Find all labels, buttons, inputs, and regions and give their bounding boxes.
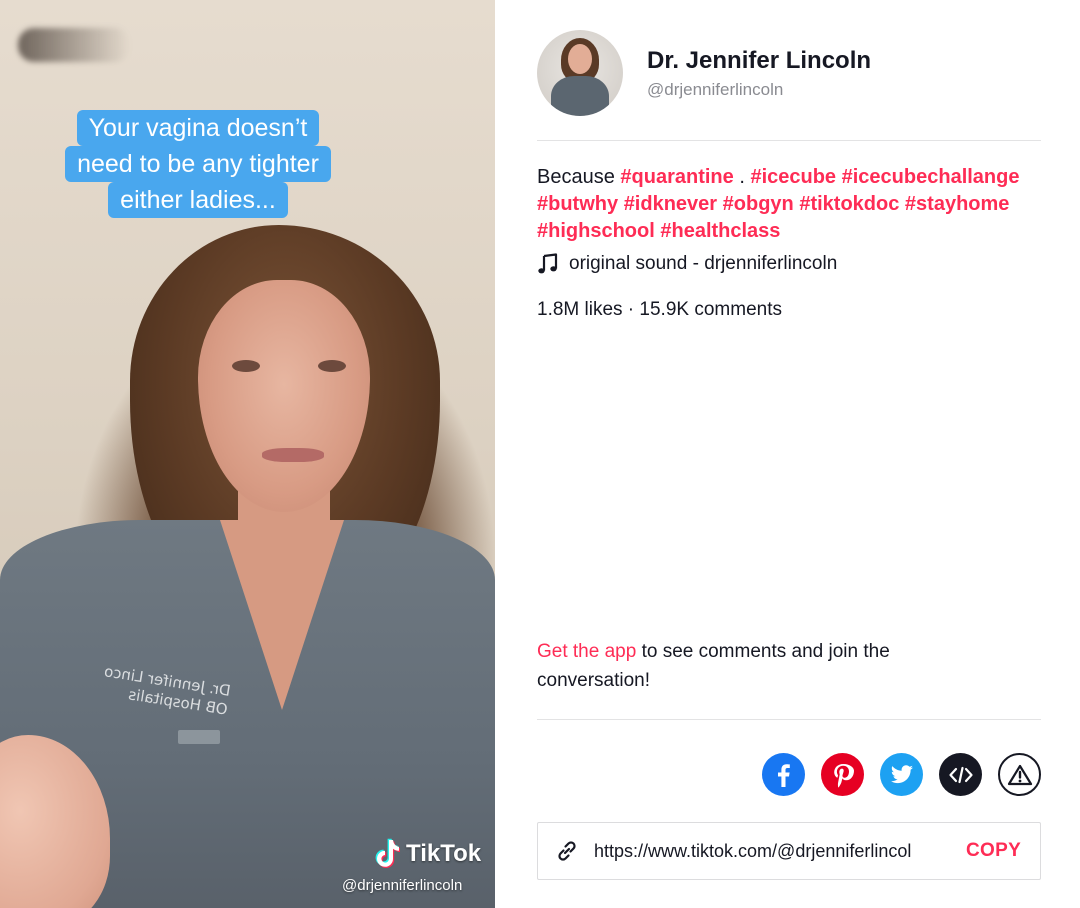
get-app-link[interactable]: Get the app: [537, 641, 636, 662]
blurred-overlay: [18, 28, 130, 62]
hashtag-link[interactable]: #tiktokdoc: [799, 193, 899, 215]
video-caption: Your vagina doesn’t need to be any tight…: [40, 110, 356, 218]
author-avatar[interactable]: [537, 30, 623, 116]
video-info-panel: Dr. Jennifer Lincoln @drjenniferlincoln …: [537, 0, 1041, 908]
scrubs-patch: [178, 730, 220, 744]
facebook-icon: [777, 763, 790, 787]
report-button[interactable]: [998, 753, 1041, 796]
video-caption-line-3: either ladies...: [108, 182, 288, 218]
hashtag-link[interactable]: #healthclass: [660, 220, 780, 242]
sound-link[interactable]: original sound - drjenniferlincoln: [537, 253, 837, 275]
video-description: Because #quarantine . #icecube #icecubec…: [537, 164, 1041, 245]
get-app-prompt: Get the app to see comments and join the…: [537, 637, 997, 695]
video-caption-line-1: Your vagina doesn’t: [76, 110, 320, 146]
tiktok-wordmark: TikTok: [406, 840, 482, 867]
divider-top: [537, 140, 1041, 141]
warning-icon: [1007, 764, 1032, 785]
author-name[interactable]: Dr. Jennifer Lincoln: [647, 46, 871, 76]
tiktok-logo-icon: [375, 838, 400, 868]
hashtag-link[interactable]: #icecubechallange: [842, 166, 1020, 188]
hashtag-link[interactable]: #highschool: [537, 220, 655, 242]
avatar-body: [551, 76, 609, 116]
author-text: Dr. Jennifer Lincoln @drjenniferlincoln: [647, 46, 871, 100]
share-facebook-button[interactable]: [762, 753, 805, 796]
author-handle[interactable]: @drjenniferlincoln: [647, 80, 871, 100]
description-prefix: Because: [537, 166, 615, 188]
copy-link-url[interactable]: https://www.tiktok.com/@drjenniferlincol: [594, 841, 944, 862]
embed-code-icon: [948, 766, 973, 783]
tiktok-watermark: TikTok: [372, 838, 481, 870]
hashtag-link[interactable]: #obgyn: [723, 193, 794, 215]
divider-bottom: [537, 719, 1041, 720]
hashtag-link[interactable]: #stayhome: [905, 193, 1010, 215]
engagement-stats: 1.8M likes · 15.9K comments: [537, 299, 782, 320]
author-header[interactable]: Dr. Jennifer Lincoln @drjenniferlincoln: [537, 30, 871, 116]
video-watermark-handle: @drjenniferlincoln: [342, 877, 463, 894]
twitter-icon: [890, 764, 913, 783]
sound-label[interactable]: original sound - drjenniferlincoln: [569, 253, 837, 275]
hashtag-link[interactable]: #icecube: [750, 166, 836, 188]
video-caption-line-2: need to be any tighter: [65, 146, 331, 182]
link-icon: [558, 841, 576, 861]
share-embed-button[interactable]: [939, 753, 982, 796]
hashtag-link[interactable]: #quarantine: [620, 166, 733, 188]
hashtag-link[interactable]: #idknever: [624, 193, 717, 215]
copy-link-box: https://www.tiktok.com/@drjenniferlincol…: [537, 822, 1041, 880]
video-person-eye-right: [318, 360, 346, 372]
copy-link-button[interactable]: COPY: [966, 840, 1021, 862]
video-person-eye-left: [232, 360, 260, 372]
avatar-face: [568, 44, 592, 74]
video-person-mouth: [262, 448, 324, 462]
description-separator: .: [739, 166, 745, 188]
music-note-icon: [538, 253, 558, 274]
pinterest-icon: [833, 763, 854, 787]
share-buttons: [762, 753, 1041, 796]
video-player[interactable]: Dr. Jennifer Linco OB Hospitalis Your va…: [0, 0, 495, 908]
video-person-vneck: [220, 520, 344, 710]
share-twitter-button[interactable]: [880, 753, 923, 796]
share-pinterest-button[interactable]: [821, 753, 864, 796]
hashtag-link[interactable]: #butwhy: [537, 193, 618, 215]
